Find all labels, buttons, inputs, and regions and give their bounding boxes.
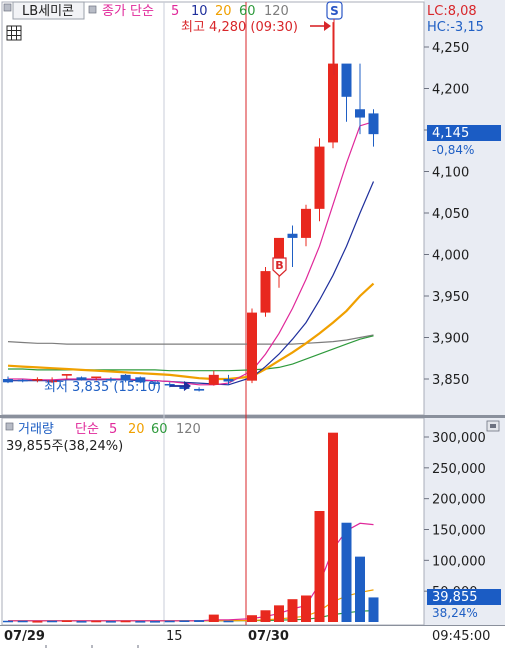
current-change: -0,84% [432,143,474,157]
ma-legend-20: 20 [215,4,232,19]
volume-ma-type: 단순 [75,422,99,437]
high-price-label: 최고 4,280 (09:30) [181,20,298,35]
limit-down-info: HC:-3,15 [427,20,484,35]
candle-body [314,146,325,209]
chart-canvas[interactable]: 3,8503,9003,9504,0004,0504,1004,1504,200… [0,0,505,648]
volume-bar [287,599,298,622]
volume-tick-label: 100,000 [432,554,486,569]
volume-bar [120,620,131,623]
volume-tick-label: 300,000 [432,431,486,446]
ma-legend-10: 10 [191,4,208,19]
candle-body [260,271,271,313]
price-tick-label: 4,050 [432,207,469,222]
ma-legend-type: 종가 단순 [102,4,154,19]
volume-legend-name: 거래량 [18,422,54,437]
legend-collapse-icon[interactable] [3,3,12,12]
volume-bar [135,621,146,623]
volume-bar [223,620,234,623]
volume-bar [355,556,365,622]
volume-bar [368,597,379,622]
current-volume: 39,855 [432,590,478,605]
price-tick-label: 4,000 [432,249,469,264]
volume-bar [164,620,175,623]
volume-bar [194,620,205,622]
volume-bar [105,621,116,623]
candle-body [301,208,311,238]
candle-body [287,233,298,238]
ma-settings-icon[interactable] [88,5,97,14]
volume-legend-icon[interactable] [5,422,14,431]
volume-value-text: 39,855주(38,24%) [6,439,123,454]
volume-bar [179,620,190,622]
sell-signal-label: S [330,4,339,18]
volume-panel-toggle-icon[interactable] [486,420,500,432]
candle-body [368,113,379,135]
candle-body [355,109,365,118]
volume-bar [301,595,311,622]
x-axis-time: 09:45:00 [432,629,490,644]
candle-body [247,312,257,381]
table-icon[interactable] [6,25,22,41]
volume-ma-5: 5 [109,422,117,437]
ma-legend-60: 60 [239,4,256,19]
ma-legend-120: 120 [264,4,289,19]
price-tick-label: 4,100 [432,166,469,181]
symbol-name: LB세미콘 [22,4,74,19]
volume-bar [314,511,325,622]
volume-bar [17,620,28,623]
ma-legend-5: 5 [171,4,179,19]
volume-ma-20: 20 [128,422,145,437]
x-label-15: 15 [166,629,183,644]
volume-bar [247,615,257,622]
candle-body [3,379,13,383]
x-label-day1: 07/29 [4,629,45,644]
current-volume-pct: 38,24% [432,606,478,620]
buy-signal-label: B [275,259,283,272]
volume-bar [47,620,58,623]
volume-bar [341,522,352,622]
candle-body [91,376,102,379]
candle-body [61,374,72,376]
candle-body [208,374,219,385]
volume-ma-120: 120 [176,422,201,437]
price-tick-label: 4,250 [432,41,469,56]
candle-body [341,63,352,97]
volume-bar [3,620,13,623]
volume-bar [328,432,338,622]
candle-body [223,379,234,382]
price-tick-label: 3,950 [432,290,469,305]
price-tick-label: 3,900 [432,332,469,347]
volume-bar [91,620,102,623]
limit-up-info: LC:8,08 [427,4,477,19]
volume-tick-label: 200,000 [432,493,486,508]
volume-bar [76,621,87,623]
stock-chart-window: 3,8503,9003,9504,0004,0504,1004,1504,200… [0,0,505,648]
candle-body [194,388,205,391]
price-tick-label: 3,850 [432,373,469,388]
volume-tick-label: 150,000 [432,524,486,539]
current-price: 4,145 [432,126,469,141]
volume-bar [32,621,43,623]
volume-ma-60: 60 [151,422,168,437]
price-tick-label: 4,200 [432,83,469,98]
volume-bar [260,610,271,622]
volume-bar [150,621,160,623]
volume-bar [61,620,72,622]
candle-body [17,379,28,382]
sell-signal-marker[interactable]: S [326,1,343,20]
volume-bar [274,605,284,622]
candle-body [328,63,338,143]
volume-bar [208,614,219,622]
volume-tick-label: 250,000 [432,462,486,477]
x-label-day2: 07/30 [248,629,289,644]
low-price-label: 최저 3,835 (15:10) [44,380,161,395]
candle-body [32,379,43,381]
